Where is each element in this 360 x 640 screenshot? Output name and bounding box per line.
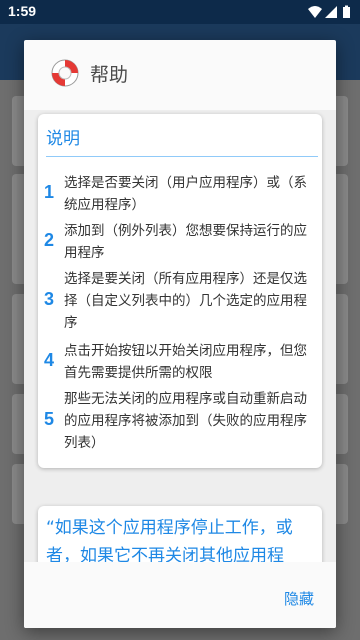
- step-text: 选择是否要关闭（用户应用程序）或（系统应用程序）: [64, 175, 307, 213]
- signal-icon: [325, 6, 337, 18]
- lifebuoy-icon: [51, 59, 79, 87]
- step-text: 添加到（例外列表）您想要保持运行的应用程序: [64, 223, 307, 261]
- divider: [46, 156, 318, 157]
- hide-button[interactable]: 隐藏: [278, 584, 320, 613]
- dialog-header: 帮助: [24, 40, 336, 110]
- explanation-title: 说明: [46, 129, 80, 149]
- step-text: 点击开始按钮以开始关闭应用程序，但您首先需要提供所需的权限: [64, 343, 307, 381]
- battery-icon: [343, 5, 350, 18]
- step-number: 5: [44, 409, 55, 429]
- help-dialog: 帮助 说明 1 选择是否要关闭（用户应用程序）或（系统应用程序） 2 添加到（例…: [24, 40, 336, 628]
- step-text: 选择是要关闭（所有应用程序）还是仅选择（自定义列表中的）几个选定的应用程序: [64, 271, 307, 331]
- status-icons: [308, 5, 350, 18]
- step-number: 2: [44, 230, 55, 250]
- step-number: 3: [44, 289, 55, 309]
- step-text: 那些无法关闭的应用程序或自动重新启动的应用程序将被添加到（失败的应用程序列表）: [64, 391, 307, 451]
- status-bar: 1:59: [0, 0, 360, 24]
- status-time: 1:59: [8, 3, 37, 19]
- explanation-card: 说明 1 选择是否要关闭（用户应用程序）或（系统应用程序） 2 添加到（例外列表…: [38, 114, 322, 468]
- step-number: 1: [44, 182, 55, 202]
- step-number: 4: [44, 350, 55, 370]
- dialog-title: 帮助: [90, 64, 129, 86]
- wifi-icon: [308, 6, 322, 18]
- dialog-actions: 隐藏: [24, 562, 336, 628]
- quote-card: “如果这个应用程序停止工作，或者，如果它不再关闭其他应用程: [38, 506, 322, 562]
- quote-text: “如果这个应用程序停止工作，或者，如果它不再关闭其他应用程: [46, 518, 293, 562]
- dialog-scroll-content[interactable]: 说明 1 选择是否要关闭（用户应用程序）或（系统应用程序） 2 添加到（例外列表…: [24, 110, 336, 562]
